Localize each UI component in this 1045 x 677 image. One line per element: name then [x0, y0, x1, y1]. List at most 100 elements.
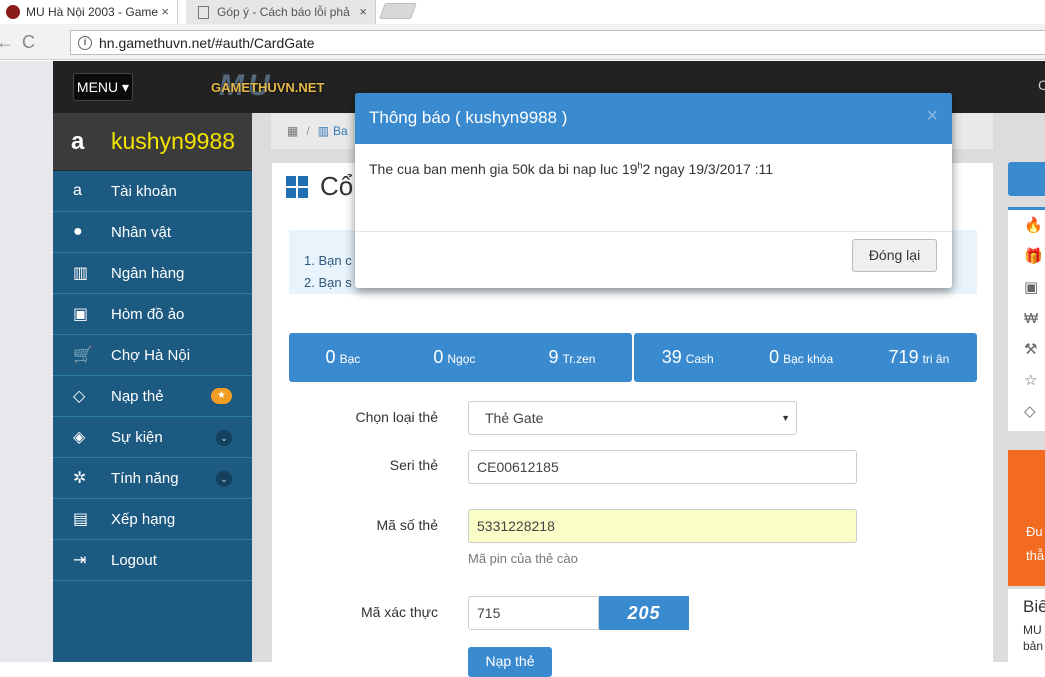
diamond-icon: ◇ — [73, 388, 86, 405]
captcha-input[interactable]: 715 — [468, 596, 599, 630]
card-type-label: Chọn loại thẻ — [355, 409, 438, 425]
stat-cash: 39 Cash — [661, 347, 714, 367]
star-badge-icon: ★ — [211, 388, 232, 404]
stats-group-left: 0 Bạc 0 Ngọc 9 Tr.zen — [289, 333, 632, 382]
right-sidebar: 🔥 🎁 ▣ ₩ ⚒ ☆ ◇ Đu thẫ Biế MU bản — [1008, 61, 1045, 662]
sidebar-item-cho-ha-noi[interactable]: 🛒 Chợ Hà Nội — [53, 335, 252, 376]
gavel-icon: ⚒ — [1024, 341, 1038, 358]
document-icon — [198, 5, 209, 19]
menu-button[interactable]: MENU ▾ — [73, 73, 133, 101]
user-icon: ● — [73, 223, 83, 240]
sidebar-item-label: Nạp thẻ — [111, 387, 164, 405]
address-bar[interactable]: i hn.gamethuvn.net/#auth/CardGate — [70, 30, 1045, 55]
gift-icon: 🎁 — [1024, 248, 1043, 265]
sidebar-item-label: Tài khoản — [111, 182, 177, 200]
url-text: hn.gamethuvn.net/#auth/CardGate — [99, 34, 315, 51]
stat-bac: 0 Bạc — [325, 347, 361, 367]
sidebar-item-nap-the[interactable]: ◇ Nạp thẻ ★ — [53, 376, 252, 417]
logo-site-text: GAMETHUVN.NET — [211, 79, 325, 95]
sidebar-item-label: Chợ Hà Nội — [111, 346, 191, 364]
won-icon: ₩ — [1024, 310, 1039, 327]
cart-icon: 🛒 — [73, 347, 93, 364]
modal-header: Thông báo ( kushyn9988 ) × — [355, 93, 952, 144]
page-title-text: Cổ — [320, 171, 354, 201]
back-icon[interactable]: ← — [0, 32, 14, 53]
bank-icon: ▥ — [317, 124, 330, 138]
browser-toolbar: ← C i hn.gamethuvn.net/#auth/CardGate — [0, 24, 1045, 60]
sidebar-item-ngan-hang[interactable]: ▥ Ngân hàng — [53, 253, 252, 294]
sidebar-item-label: Tính năng — [111, 469, 179, 487]
amazon-icon: a — [73, 182, 82, 199]
select-arrow-icon: ▼ — [781, 413, 790, 423]
fire-icon: 🔥 — [1024, 217, 1043, 234]
promo-banner[interactable]: Đu thẫ — [1008, 450, 1045, 586]
news-box: Biế MU bản — [1008, 589, 1045, 662]
pin-hint: Mã pin của thẻ cào — [468, 551, 578, 566]
sidebar-item-logout[interactable]: ⇥ Logout — [53, 540, 252, 581]
stat-ngoc: 0 Ngọc — [433, 347, 476, 367]
card-type-select[interactable]: Thẻ Gate ▼ — [468, 401, 797, 435]
sidebar-item-label: Logout — [111, 551, 157, 569]
breadcrumb-separator: / — [306, 124, 310, 138]
sidebar-item-su-kien[interactable]: ◈ Sự kiện ⌄ — [53, 417, 252, 458]
tab-title: MU Hà Nội 2003 - Game — [26, 5, 159, 19]
user-header: a kushyn9988 — [53, 113, 252, 171]
pin-label: Mã số thẻ — [376, 517, 438, 533]
background-pattern — [0, 61, 53, 662]
briefcase-icon: ▣ — [73, 306, 89, 323]
captcha-label: Mã xác thực — [360, 604, 438, 620]
tab-close-icon[interactable]: × — [161, 4, 169, 19]
right-action-button[interactable] — [1008, 162, 1045, 196]
username: kushyn9988 — [111, 128, 236, 154]
sidebar-item-hom-do-ao[interactable]: ▣ Hòm đồ ảo — [53, 294, 252, 335]
reload-icon[interactable]: C — [22, 32, 35, 53]
android-icon: ◈ — [73, 429, 86, 446]
stat-tri-an: 719 tri ân — [888, 347, 950, 367]
info-icon[interactable]: i — [78, 36, 92, 50]
windows-icon — [286, 175, 308, 198]
bar-chart-icon: ▤ — [73, 511, 89, 528]
calendar-icon[interactable]: ▦ — [287, 124, 298, 138]
modal-title: Thông báo ( kushyn9988 ) — [369, 108, 568, 127]
submit-card-button[interactable]: Nạp thẻ — [468, 647, 552, 677]
sign-out-icon: ⇥ — [73, 552, 87, 569]
sidebar-item-label: Ngân hàng — [111, 264, 185, 282]
money-icon: ▣ — [1024, 279, 1039, 296]
page-title: Cổ — [286, 171, 353, 202]
chevron-down-icon[interactable]: ⌄ — [216, 430, 232, 446]
browser-tab-bar: MU Hà Nội 2003 - Game × Góp ý - Cách báo… — [0, 0, 1045, 24]
pin-input[interactable]: 5331228218 — [468, 509, 857, 543]
right-info-box: 🔥 🎁 ▣ ₩ ⚒ ☆ ◇ — [1008, 207, 1045, 431]
star-icon: ☆ — [1024, 372, 1038, 389]
captcha-image[interactable]: 205 — [599, 596, 689, 630]
bank-icon: ▥ — [73, 265, 89, 282]
sidebar-item-tai-khoan[interactable]: a Tài khoản — [53, 171, 252, 212]
news-title: Biế — [1023, 597, 1045, 616]
tab-title: Góp ý - Cách báo lỗi phả — [217, 5, 350, 19]
new-tab-button[interactable] — [379, 3, 417, 19]
sidebar-item-label: Xếp hạng — [111, 510, 176, 528]
mu-favicon-icon — [6, 5, 20, 19]
balance-stats: 0 Bạc 0 Ngọc 9 Tr.zen 39 Cash 0 Bạc khóa 719 t… — [289, 333, 977, 382]
breadcrumb-item[interactable]: Ba — [333, 124, 348, 138]
amazon-icon: a — [71, 127, 85, 155]
stats-group-right: 39 Cash 0 Bạc khóa 719 tri ân — [634, 333, 977, 382]
sidebar-item-xep-hang[interactable]: ▤ Xếp hạng — [53, 499, 252, 540]
site-logo[interactable]: MU GAMETHUVN.NET — [211, 69, 331, 105]
modal-body: The cua ban menh gia 50k da bi nap luc 1… — [355, 144, 952, 232]
browser-tab-gop-y[interactable]: Góp ý - Cách báo lỗi phả × — [186, 0, 376, 24]
diamond-icon: ◇ — [1024, 403, 1036, 420]
serial-label: Seri thẻ — [389, 457, 438, 473]
close-modal-button[interactable]: Đóng lại — [852, 239, 937, 272]
sidebar-item-nhan-vat[interactable]: ● Nhân vật — [53, 212, 252, 253]
sidebar-item-label: Nhân vật — [111, 223, 172, 241]
close-icon[interactable]: × — [926, 105, 938, 128]
sidebar-item-tinh-nang[interactable]: ✲ Tính năng ⌄ — [53, 458, 252, 499]
browser-tab-mu[interactable]: MU Hà Nội 2003 - Game × — [0, 0, 178, 24]
sidebar-item-label: Hòm đồ ảo — [111, 305, 185, 323]
stat-zen: 9 Tr.zen — [548, 347, 596, 367]
tab-close-icon[interactable]: × — [359, 4, 367, 19]
sidebar-item-label: Sự kiện — [111, 428, 163, 446]
serial-input[interactable]: CE00612185 — [468, 450, 857, 484]
chevron-down-icon[interactable]: ⌄ — [216, 471, 232, 487]
